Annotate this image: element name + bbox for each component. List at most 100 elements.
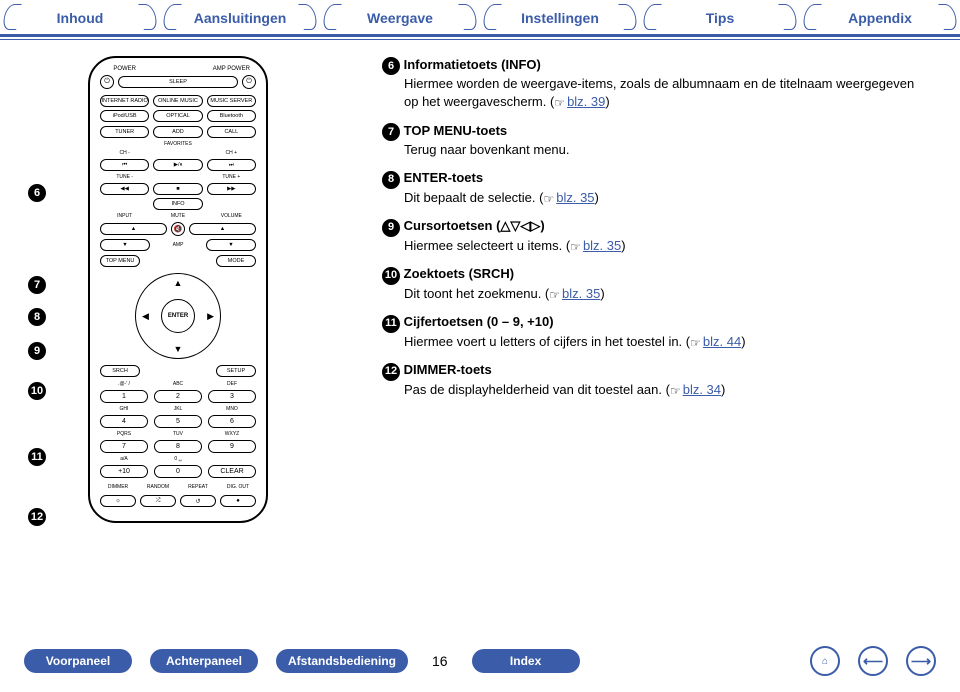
page-number: 16 xyxy=(426,653,454,669)
ref-link-35a[interactable]: blz. 35 xyxy=(556,190,594,205)
favorites-label: FAVORITES xyxy=(153,141,202,147)
srch-button: SRCH xyxy=(100,365,140,377)
mode-button: MODE xyxy=(216,255,256,267)
tab-instellingen[interactable]: Instellingen xyxy=(490,6,630,32)
nav-wheel: ▲ ▼ ◀ ▶ ENTER xyxy=(135,273,221,359)
rew-button: ◀◀ xyxy=(100,183,149,195)
fwd-button: ▶▶ xyxy=(207,183,256,195)
callout-8: 8 xyxy=(28,308,46,326)
nav-achterpaneel[interactable]: Achterpaneel xyxy=(150,649,258,673)
key-2: 2 xyxy=(154,390,202,403)
item-bullet-10: 10 xyxy=(382,267,400,285)
volume-label: VOLUME xyxy=(207,213,256,219)
item-title-12: DIMMER-toets xyxy=(404,362,492,377)
cursor-up-icon: ▲ xyxy=(174,278,183,288)
item-bullet-11: 11 xyxy=(382,315,400,333)
mute-button: 🔇 xyxy=(171,222,185,236)
callout-9: 9 xyxy=(28,342,46,360)
ref-link-44[interactable]: blz. 44 xyxy=(703,334,741,349)
item-title-11: Cijfertoetsen (0 – 9, +10) xyxy=(404,314,554,329)
tune-plus-label: TUNE + xyxy=(207,174,256,180)
header-rule xyxy=(0,34,960,37)
ch-plus-label: CH + xyxy=(207,150,256,156)
add-button: ADD xyxy=(153,126,202,138)
home-icon[interactable]: ⌂ xyxy=(810,646,840,676)
power-button: ⏻ xyxy=(100,75,114,89)
ref-link-34[interactable]: blz. 34 xyxy=(683,382,721,397)
item-bullet-8: 8 xyxy=(382,171,400,189)
callout-6: 6 xyxy=(28,184,46,202)
remote-diagram: POWERAMP POWER ⏻SLEEP⏻ INTERNET RADIO ON… xyxy=(88,56,268,523)
number-keypad: .@-' /ABCDEF 123 GHIJKLMNO 456 PQRSTUVWX… xyxy=(100,381,256,478)
src-music-server: MUSIC SERVER xyxy=(207,95,256,107)
item-title-7: TOP MENU-toets xyxy=(404,123,508,138)
src-online-music: ONLINE MUSIC xyxy=(153,95,202,107)
pointer-icon: ☞ xyxy=(543,191,554,207)
key-7: 7 xyxy=(100,440,148,453)
tab-inhoud[interactable]: Inhoud xyxy=(10,6,150,32)
item-bullet-9: 9 xyxy=(382,219,400,237)
item-bullet-6: 6 xyxy=(382,57,400,75)
prev-page-icon[interactable]: ⟵ xyxy=(858,646,888,676)
play-pause-button: ▶/⏸ xyxy=(153,159,202,171)
vol-up: ▲ xyxy=(189,223,256,235)
top-menu-button: TOP MENU xyxy=(100,255,140,267)
remote-power-label: POWER xyxy=(100,66,149,72)
dimmer-button: ☼ xyxy=(100,495,136,507)
cursor-down-icon: ▼ xyxy=(174,344,183,354)
digout-button: ● xyxy=(220,495,256,507)
next-page-icon[interactable]: ⟶ xyxy=(906,646,936,676)
item-title-9: Cursortoetsen (△▽◁▷) xyxy=(404,218,545,233)
key-clear: CLEAR xyxy=(208,465,256,478)
cursor-left-icon: ◀ xyxy=(142,311,149,322)
tune-minus-label: TUNE - xyxy=(100,174,149,180)
key-1: 1 xyxy=(100,390,148,403)
enter-button: ENTER xyxy=(161,299,195,333)
remote-amp-power-label: AMP POWER xyxy=(207,66,256,72)
pointer-icon: ☞ xyxy=(670,383,681,399)
item-desc-11: Hiermee voert u letters of cijfers in he… xyxy=(404,334,690,349)
dimmer-label: DIMMER xyxy=(100,484,136,490)
nav-index[interactable]: Index xyxy=(472,649,580,673)
key-5: 5 xyxy=(154,415,202,428)
pointer-icon: ☞ xyxy=(570,239,581,255)
src-optical: OPTICAL xyxy=(153,110,202,122)
bottom-nav: Voorpaneel Achterpaneel Afstandsbedienin… xyxy=(0,646,960,676)
tab-weergave[interactable]: Weergave xyxy=(330,6,470,32)
mute-label: MUTE xyxy=(153,213,202,219)
key-9: 9 xyxy=(208,440,256,453)
ref-link-39[interactable]: blz. 39 xyxy=(567,94,605,109)
tab-tips[interactable]: Tips xyxy=(650,6,790,32)
key-4: 4 xyxy=(100,415,148,428)
nav-voorpaneel[interactable]: Voorpaneel xyxy=(24,649,132,673)
ref-link-35c[interactable]: blz. 35 xyxy=(562,286,600,301)
item-desc-6: Hiermee worden de weergave-items, zoals … xyxy=(404,76,914,109)
tuner-button: TUNER xyxy=(100,126,149,138)
ref-link-35b[interactable]: blz. 35 xyxy=(583,238,621,253)
key-6: 6 xyxy=(208,415,256,428)
input-up: ▲ xyxy=(100,223,167,235)
random-label: RANDOM xyxy=(140,484,176,490)
item-bullet-12: 12 xyxy=(382,363,400,381)
src-ipod-usb: iPod/USB xyxy=(100,110,149,122)
digout-label: DIG. OUT xyxy=(220,484,256,490)
callout-12: 12 xyxy=(28,508,46,526)
tab-aansluitingen[interactable]: Aansluitingen xyxy=(170,6,310,32)
key-8: 8 xyxy=(154,440,202,453)
nav-afstandsbediening[interactable]: Afstandsbediening xyxy=(276,649,408,673)
tab-appendix[interactable]: Appendix xyxy=(810,6,950,32)
description-list: 6 Informatietoets (INFO) Hiermee worden … xyxy=(382,56,932,523)
remote-callouts: 6 7 8 9 10 11 12 xyxy=(28,56,46,526)
pointer-icon: ☞ xyxy=(554,95,565,111)
key-3: 3 xyxy=(208,390,256,403)
callout-10: 10 xyxy=(28,382,46,400)
item-desc-7: Terug naar bovenkant menu. xyxy=(404,141,932,159)
ch-minus-label: CH - xyxy=(100,150,149,156)
cursor-right-icon: ▶ xyxy=(207,311,214,322)
prev-button: ⏮ xyxy=(100,159,149,171)
stop-button: ■ xyxy=(153,183,202,195)
item-desc-9: Hiermee selecteert u items. ( xyxy=(404,238,570,253)
item-title-6: Informatietoets (INFO) xyxy=(404,57,541,72)
callout-11: 11 xyxy=(28,448,46,466)
item-desc-12: Pas de displayhelderheid van dit toestel… xyxy=(404,382,670,397)
